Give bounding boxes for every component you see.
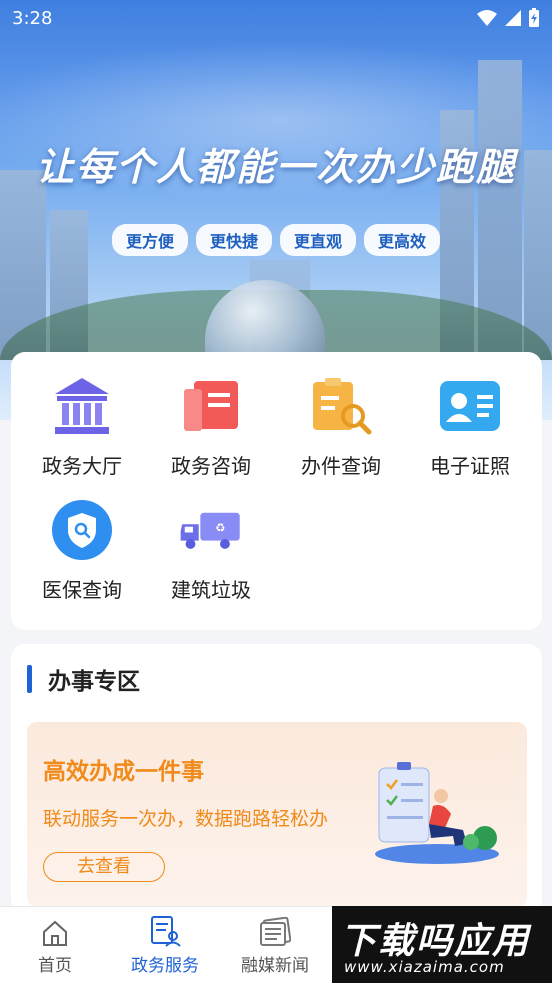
tab-home[interactable]: 首页 [0, 907, 110, 983]
banner-subtitle: 联动服务一次办，数据跑路轻松办 [43, 808, 329, 830]
hero-tag: 更高效 [364, 224, 441, 256]
signal-icon [505, 10, 521, 26]
tab-label: 政务服务 [131, 956, 199, 976]
service-zone-card: 办事专区 高效办成一件事 联动服务一次办，数据跑路轻松办 去查看 [11, 644, 542, 914]
hero-slogan: 让每个人都能一次办少跑腿 [35, 145, 516, 189]
service-label: 医保查询 [42, 578, 122, 602]
gov-service-icon [110, 907, 220, 947]
hero-tag: 更方便 [111, 224, 188, 256]
service-construction-waste[interactable]: ♻ 建筑垃圾 [145, 498, 277, 603]
service-case-query[interactable]: 办件查询 [275, 374, 407, 479]
tab-gov-service[interactable]: 政务服务 [110, 907, 220, 983]
status-bar: 3:28 [0, 0, 552, 38]
medical-shield-icon [50, 498, 114, 562]
watermark-sub: www.xiazaima.com [344, 958, 505, 976]
service-e-license[interactable]: 电子证照 [404, 374, 536, 479]
service-label: 办件查询 [301, 454, 381, 478]
battery-icon [529, 8, 539, 27]
hero-tag: 更快捷 [195, 224, 272, 256]
status-time: 3:28 [12, 8, 53, 29]
service-gov-hall[interactable]: 政务大厅 [16, 374, 148, 479]
banner-title: 高效办成一件事 [43, 759, 204, 785]
tab-label: 融媒新闻 [241, 956, 309, 976]
tab-news[interactable]: 融媒新闻 [220, 907, 330, 983]
svg-text:♻: ♻ [215, 521, 225, 535]
wifi-icon [477, 10, 497, 26]
section-accent-bar [27, 665, 32, 693]
service-consult[interactable]: 政务咨询 [145, 374, 277, 479]
id-card-icon [438, 374, 502, 438]
news-icon [220, 907, 330, 947]
service-label: 建筑垃圾 [171, 578, 251, 602]
view-button[interactable]: 去查看 [43, 852, 165, 882]
services-card: 政务大厅 政务咨询 办件查询 电子证照 医保查询 ♻ 建筑垃圾 [11, 352, 542, 630]
checklist-illustration [375, 762, 499, 864]
watermark: 下载吗应用 www.xiazaima.com [332, 906, 552, 983]
promo-banner[interactable]: 高效办成一件事 联动服务一次办，数据跑路轻松办 去查看 [27, 722, 527, 907]
consult-book-icon [179, 374, 243, 438]
garbage-truck-icon: ♻ [179, 498, 243, 562]
document-search-icon [309, 374, 373, 438]
section-header: 办事专区 [27, 662, 140, 696]
watermark-main: 下载吗应用 [340, 921, 531, 962]
tab-label: 首页 [38, 956, 72, 976]
government-hall-icon [50, 374, 114, 438]
section-title: 办事专区 [48, 669, 140, 695]
service-medical-insurance[interactable]: 医保查询 [16, 498, 148, 603]
status-icons [476, 8, 540, 28]
service-label: 政务咨询 [171, 454, 251, 478]
service-label: 电子证照 [430, 454, 510, 478]
home-icon [0, 907, 110, 947]
service-label: 政务大厅 [42, 454, 122, 478]
hero-tags: 更方便 更快捷 更直观 更高效 [0, 224, 552, 256]
hero-tag: 更直观 [280, 224, 357, 256]
